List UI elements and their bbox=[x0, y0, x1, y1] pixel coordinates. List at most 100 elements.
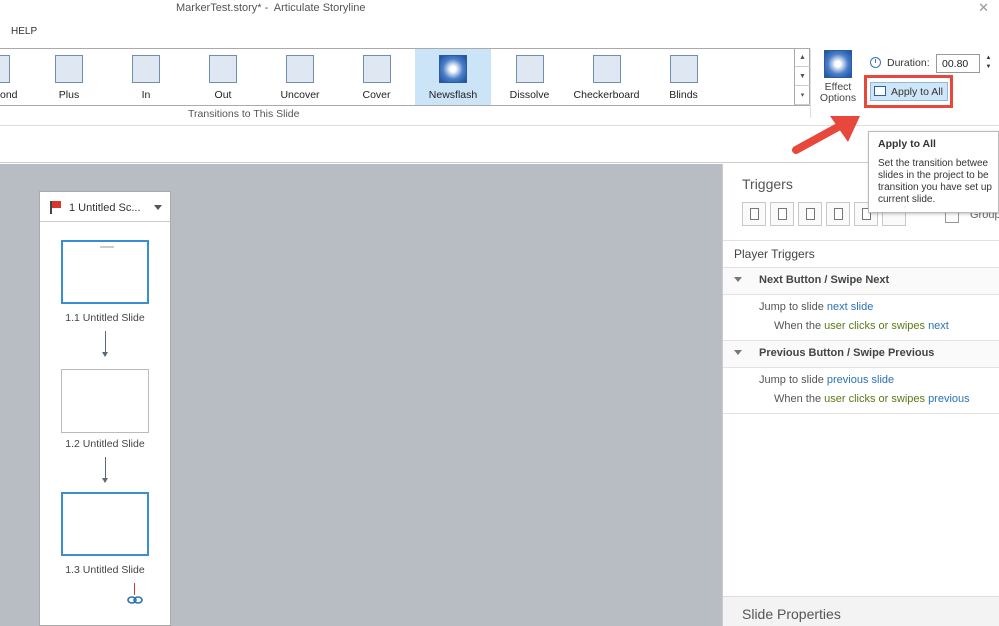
trigger-condition[interactable]: When the user clicks or swipes next bbox=[774, 320, 949, 332]
trigger-action-prefix: Jump to slide bbox=[759, 301, 827, 313]
thumbnail-content bbox=[100, 246, 114, 248]
trigger-when-link[interactable]: next bbox=[928, 320, 949, 332]
trigger-condition[interactable]: When the user clicks or swipes previous bbox=[774, 393, 970, 405]
divider bbox=[723, 294, 999, 295]
slide-thumbnail[interactable] bbox=[61, 492, 149, 556]
ribbon-group-label: Transitions to This Slide bbox=[188, 108, 300, 120]
divider bbox=[723, 367, 999, 368]
transition-checkerboard[interactable]: Checkerboard bbox=[568, 49, 645, 105]
uncover-transition-icon bbox=[286, 55, 314, 83]
close-icon[interactable]: ✕ bbox=[978, 0, 989, 16]
spin-up-icon[interactable]: ▲ bbox=[982, 54, 995, 63]
triggers-title: Triggers bbox=[742, 176, 793, 192]
duration-control: Duration: 00.80 ▲ ▼ bbox=[870, 54, 998, 74]
gallery-scroll-up-button[interactable]: ▲ bbox=[795, 48, 810, 67]
gallery-scroll: ▲ ▼ ▾ bbox=[794, 48, 810, 106]
ribbon-divider bbox=[810, 48, 811, 118]
transitions-gallery: ond Plus In Out Uncover Cover Newsflash bbox=[0, 48, 810, 106]
effect-options-label-2: Options bbox=[819, 92, 857, 104]
slide-label: 1.1 Untitled Slide bbox=[65, 312, 145, 324]
trigger-when-actor[interactable]: user clicks or swipes bbox=[824, 393, 925, 405]
new-trigger-icon[interactable] bbox=[742, 202, 766, 226]
title-bar: MarkerTest.story* - Articulate Storyline… bbox=[0, 0, 999, 20]
transition-label: Blinds bbox=[669, 89, 698, 101]
spin-down-icon[interactable]: ▼ bbox=[982, 63, 995, 72]
window-title: MarkerTest.story* - Articulate Storyline bbox=[176, 2, 366, 14]
tooltip-line: current slide. bbox=[878, 194, 936, 205]
duration-spinner[interactable]: ▲ ▼ bbox=[982, 54, 995, 73]
divider bbox=[723, 413, 999, 414]
trigger-when-prefix: When the bbox=[774, 393, 825, 405]
transition-blinds[interactable]: Blinds bbox=[645, 49, 722, 105]
apply-to-all-button[interactable]: Apply to All bbox=[870, 82, 948, 101]
collapse-icon[interactable] bbox=[734, 277, 742, 282]
transition-label: ond bbox=[0, 89, 18, 101]
effect-options-icon bbox=[824, 50, 852, 78]
paste-trigger-icon[interactable] bbox=[826, 202, 850, 226]
trigger-action-link[interactable]: next slide bbox=[827, 301, 873, 313]
transition-label: Cover bbox=[362, 89, 391, 101]
gallery-more-button[interactable]: ▾ bbox=[795, 86, 810, 105]
connector-arrow-icon bbox=[102, 457, 108, 483]
trigger-section-previous[interactable]: Previous Button / Swipe Previous bbox=[723, 341, 999, 367]
out-transition-icon bbox=[209, 55, 237, 83]
tooltip-title: Apply to All bbox=[878, 138, 936, 150]
trigger-action[interactable]: Jump to slide next slide bbox=[759, 301, 873, 313]
trigger-section-title: Next Button / Swipe Next bbox=[759, 274, 890, 286]
transition-plus[interactable]: Plus bbox=[30, 49, 108, 105]
tooltip-line: transition you have set up bbox=[878, 182, 992, 193]
effect-options-button[interactable]: Effect Options bbox=[815, 50, 861, 104]
tooltip-line: slides in the project to be bbox=[878, 170, 989, 181]
transition-label: Uncover bbox=[280, 89, 320, 101]
trigger-section-next[interactable]: Next Button / Swipe Next bbox=[723, 268, 999, 294]
slide-label: 1.2 Untitled Slide bbox=[65, 438, 145, 450]
plus-transition-icon bbox=[55, 55, 83, 83]
transition-label: Dissolve bbox=[509, 89, 550, 101]
transition-uncover[interactable]: Uncover bbox=[262, 49, 338, 105]
slide-thumbnail[interactable] bbox=[61, 240, 149, 304]
transition-newsflash[interactable]: Newsflash bbox=[415, 49, 491, 105]
trigger-when-prefix: When the bbox=[774, 320, 825, 332]
cover-transition-icon bbox=[362, 55, 391, 83]
transition-cover[interactable]: Cover bbox=[338, 49, 415, 105]
connector-arrow-icon bbox=[102, 331, 108, 357]
chevron-down-icon[interactable] bbox=[154, 205, 162, 210]
trigger-when-actor[interactable]: user clicks or swipes bbox=[824, 320, 925, 332]
apply-to-all-highlight: Apply to All bbox=[864, 75, 953, 108]
checkerboard-transition-icon bbox=[592, 55, 621, 83]
menu-bar: HELP bbox=[0, 20, 999, 42]
slide-properties-title: Slide Properties bbox=[742, 606, 841, 622]
edit-trigger-icon[interactable] bbox=[770, 202, 794, 226]
callout-arrow-icon bbox=[792, 116, 860, 154]
duration-input[interactable]: 00.80 bbox=[936, 54, 980, 73]
trigger-action-link[interactable]: previous slide bbox=[827, 374, 894, 386]
slide-thumbnail[interactable] bbox=[61, 369, 149, 433]
transition-diamond[interactable]: ond bbox=[0, 49, 28, 105]
copy-trigger-icon[interactable] bbox=[798, 202, 822, 226]
diamond-transition-icon bbox=[0, 55, 10, 83]
menu-help[interactable]: HELP bbox=[11, 26, 37, 37]
transition-out[interactable]: Out bbox=[184, 49, 262, 105]
in-transition-icon bbox=[132, 55, 160, 83]
trigger-section-title: Previous Button / Swipe Previous bbox=[759, 347, 935, 359]
scene-header[interactable]: 1 Untitled Sc... bbox=[40, 192, 170, 222]
transition-label: In bbox=[141, 89, 151, 101]
trigger-action[interactable]: Jump to slide previous slide bbox=[759, 374, 894, 386]
story-view: 1 Untitled Sc... 1.1 Untitled Slide 1.2 … bbox=[0, 164, 722, 626]
link-line bbox=[134, 583, 135, 595]
gallery-scroll-down-button[interactable]: ▼ bbox=[795, 67, 810, 86]
transition-label: Plus bbox=[58, 89, 80, 101]
clock-icon bbox=[870, 57, 881, 68]
transition-dissolve[interactable]: Dissolve bbox=[491, 49, 568, 105]
transition-label: Checkerboard bbox=[573, 89, 640, 101]
collapse-icon[interactable] bbox=[734, 350, 742, 355]
transition-in[interactable]: In bbox=[108, 49, 184, 105]
tooltip-body: Set the transition betwee slides in the … bbox=[878, 158, 998, 206]
apply-to-all-tooltip: Apply to All Set the transition betwee s… bbox=[868, 131, 999, 213]
trigger-when-link[interactable]: previous bbox=[928, 393, 970, 405]
scene-panel: 1 Untitled Sc... 1.1 Untitled Slide 1.2 … bbox=[39, 191, 171, 626]
divider bbox=[723, 240, 999, 241]
newsflash-transition-icon bbox=[439, 55, 467, 83]
slide-label: 1.3 Untitled Slide bbox=[65, 564, 145, 576]
scene-name: 1 Untitled Sc... bbox=[69, 202, 141, 214]
